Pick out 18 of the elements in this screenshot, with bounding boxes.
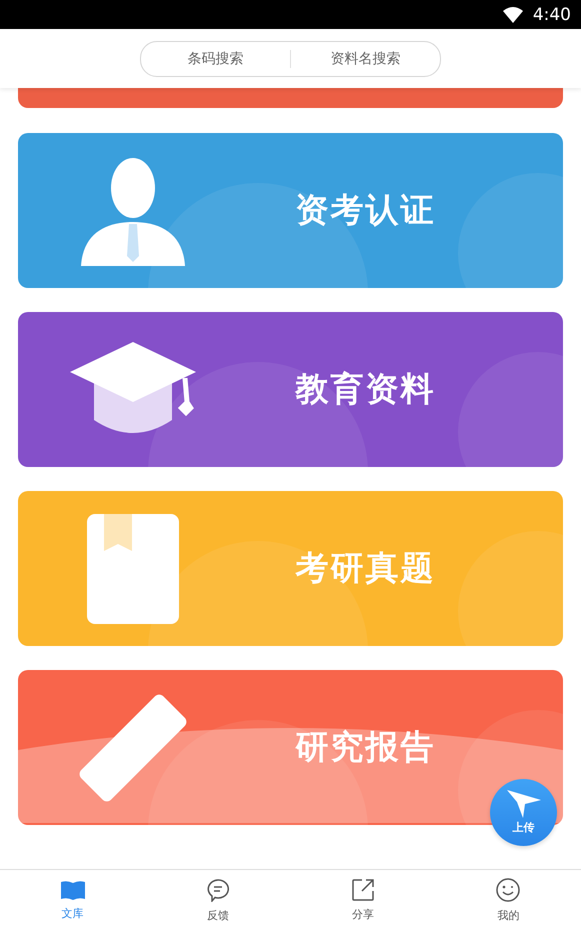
smiley-icon [496, 878, 520, 902]
category-card[interactable] [18, 88, 563, 108]
nav-tab[interactable]: 分享 [290, 870, 436, 930]
chat-bubble-icon [206, 878, 230, 902]
nav-tab[interactable]: 我的 [436, 870, 581, 930]
paper-plane-icon [506, 790, 540, 818]
nav-tab[interactable]: 反馈 [145, 870, 290, 930]
search-tab[interactable]: 条码搜索 [141, 42, 290, 76]
wifi-icon [502, 6, 523, 22]
share-icon [352, 878, 374, 900]
person-icon [81, 156, 185, 266]
search-tab[interactable]: 资料名搜索 [291, 42, 440, 76]
book-icon [87, 514, 179, 624]
category-card[interactable]: 资考认证 [18, 133, 563, 288]
book-icon [60, 880, 85, 900]
category-card[interactable]: 教育资料 [18, 312, 563, 467]
status-time: 4:40 [532, 4, 571, 24]
nav-tab[interactable]: 文库 [0, 870, 146, 930]
